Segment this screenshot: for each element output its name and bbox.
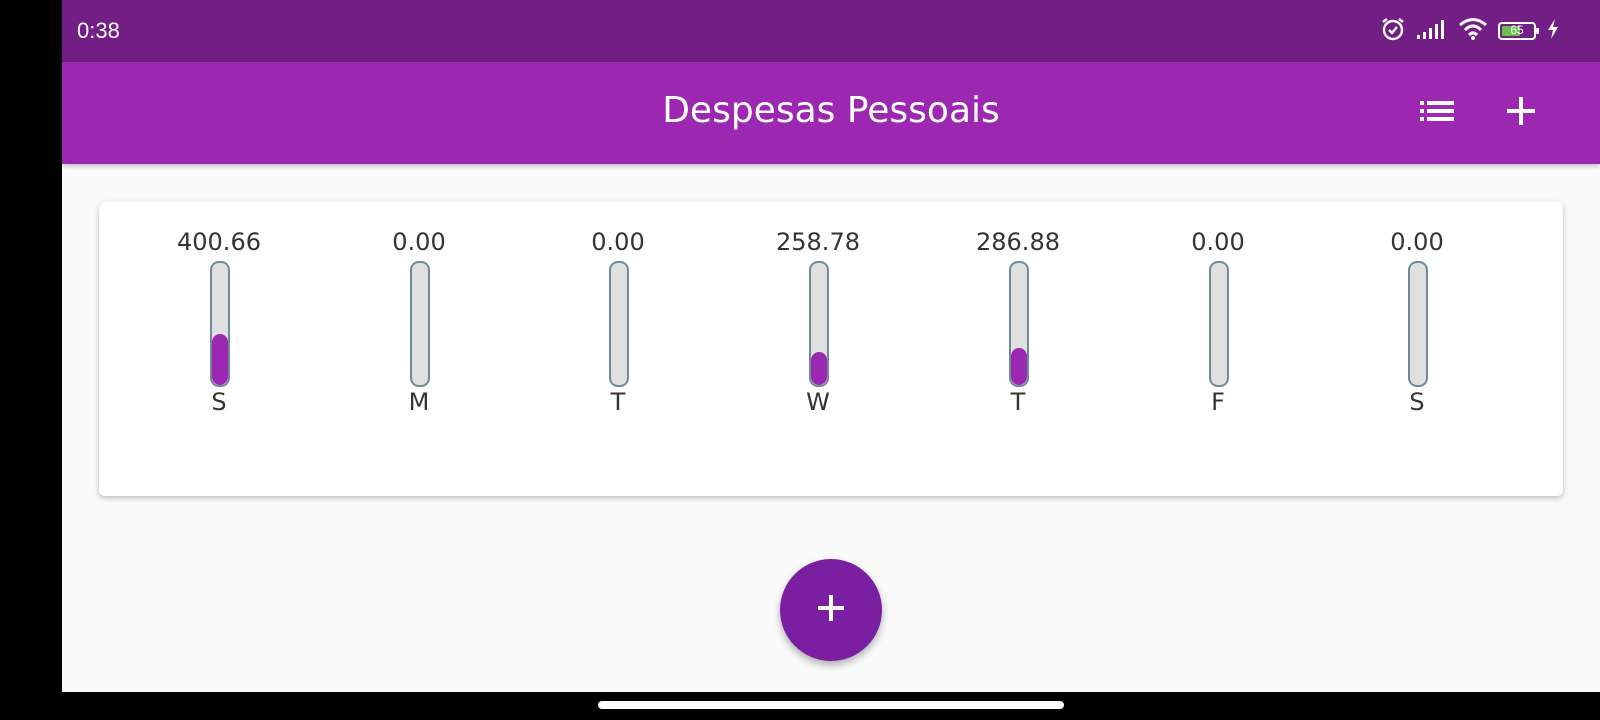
status-bar: 0:38 65	[62, 0, 1600, 62]
bar-track	[1009, 261, 1029, 387]
bar-track	[809, 261, 829, 387]
list-icon	[1420, 99, 1454, 127]
chart-bar-column: 258.78 W	[738, 202, 898, 496]
bar-value-label: 0.00	[591, 228, 645, 256]
bar-day-label: S	[1409, 388, 1425, 416]
bar-value-label: 286.88	[976, 228, 1060, 256]
alarm-icon	[1380, 16, 1406, 46]
bar-day-label: T	[1010, 388, 1026, 416]
gesture-nav-handle[interactable]	[598, 701, 1064, 709]
app-bar: Despesas Pessoais	[62, 62, 1600, 164]
add-icon	[816, 593, 846, 627]
chart-bar-column: 0.00 S	[1337, 202, 1497, 496]
list-button[interactable]	[1414, 90, 1460, 136]
bar-value-label: 0.00	[392, 228, 446, 256]
bar-value-label: 258.78	[776, 228, 860, 256]
chart-bar-column: 0.00 M	[339, 202, 499, 496]
bar-day-label: W	[806, 388, 830, 416]
chart-bar-column: 0.00 F	[1138, 202, 1298, 496]
battery-nub	[1536, 28, 1539, 34]
wifi-icon	[1458, 17, 1488, 45]
bar-day-label: S	[211, 388, 227, 416]
bar-value-label: 0.00	[1191, 228, 1245, 256]
signal-icon	[1416, 18, 1448, 44]
bar-track	[1408, 261, 1428, 387]
chart-bar-column: 0.00 T	[538, 202, 698, 496]
add-button[interactable]	[1498, 90, 1544, 136]
bar-fill	[212, 333, 228, 385]
bar-value-label: 400.66	[177, 228, 261, 256]
app-screen: 0:38 65 Despesas Pessoais 400.66 S 0.00 …	[62, 0, 1600, 692]
bar-fill	[1011, 348, 1027, 385]
bar-day-label: T	[610, 388, 626, 416]
fab-add-button[interactable]	[780, 559, 882, 661]
bar-day-label: M	[408, 388, 430, 416]
chart-bar-column: 400.66 S	[139, 202, 299, 496]
battery-level: 65	[1510, 23, 1524, 37]
bar-track	[410, 261, 430, 387]
page-title: Despesas Pessoais	[662, 90, 1000, 131]
bar-value-label: 0.00	[1390, 228, 1444, 256]
charging-icon	[1546, 18, 1560, 44]
bar-fill	[811, 352, 827, 385]
add-icon	[1506, 96, 1536, 130]
bar-track	[1209, 261, 1229, 387]
bar-track	[210, 261, 230, 387]
status-icons: 65	[1380, 16, 1560, 46]
weekly-chart-card: 400.66 S 0.00 M 0.00 T 258.78 W 286.88 T 0.00 F 0.00…	[99, 202, 1563, 496]
chart-bar-column: 286.88 T	[938, 202, 1098, 496]
bar-track	[609, 261, 629, 387]
bar-day-label: F	[1211, 388, 1225, 416]
status-time: 0:38	[77, 18, 120, 43]
battery-icon: 65	[1498, 22, 1539, 40]
